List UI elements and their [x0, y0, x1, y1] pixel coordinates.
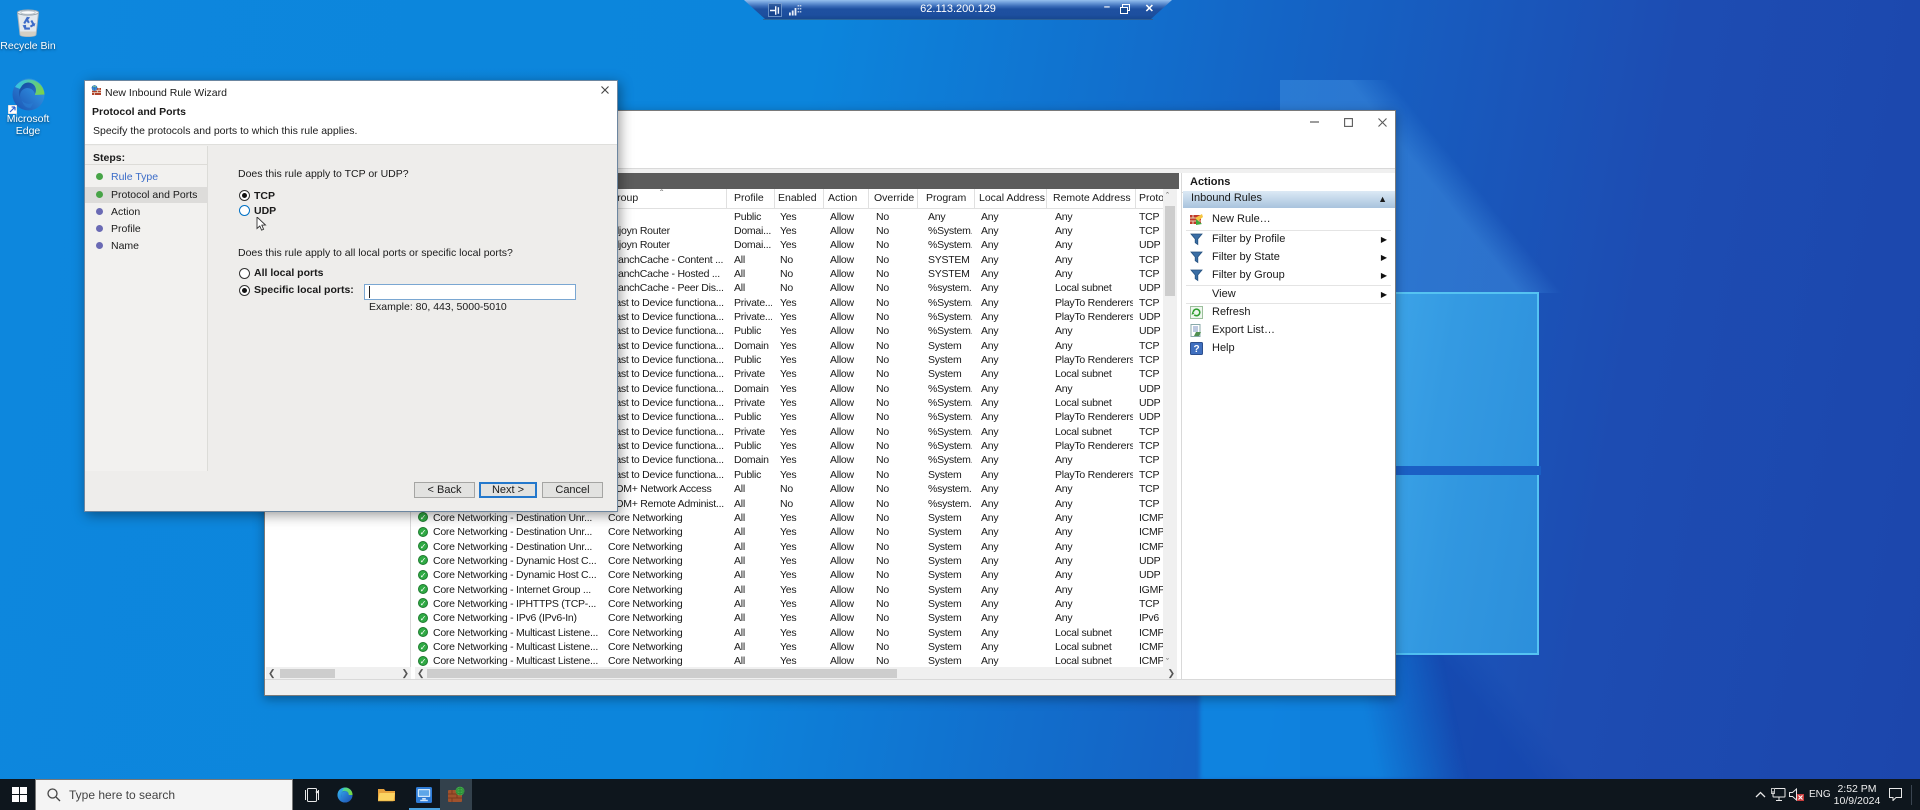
svg-text:?: ? — [1193, 344, 1199, 355]
